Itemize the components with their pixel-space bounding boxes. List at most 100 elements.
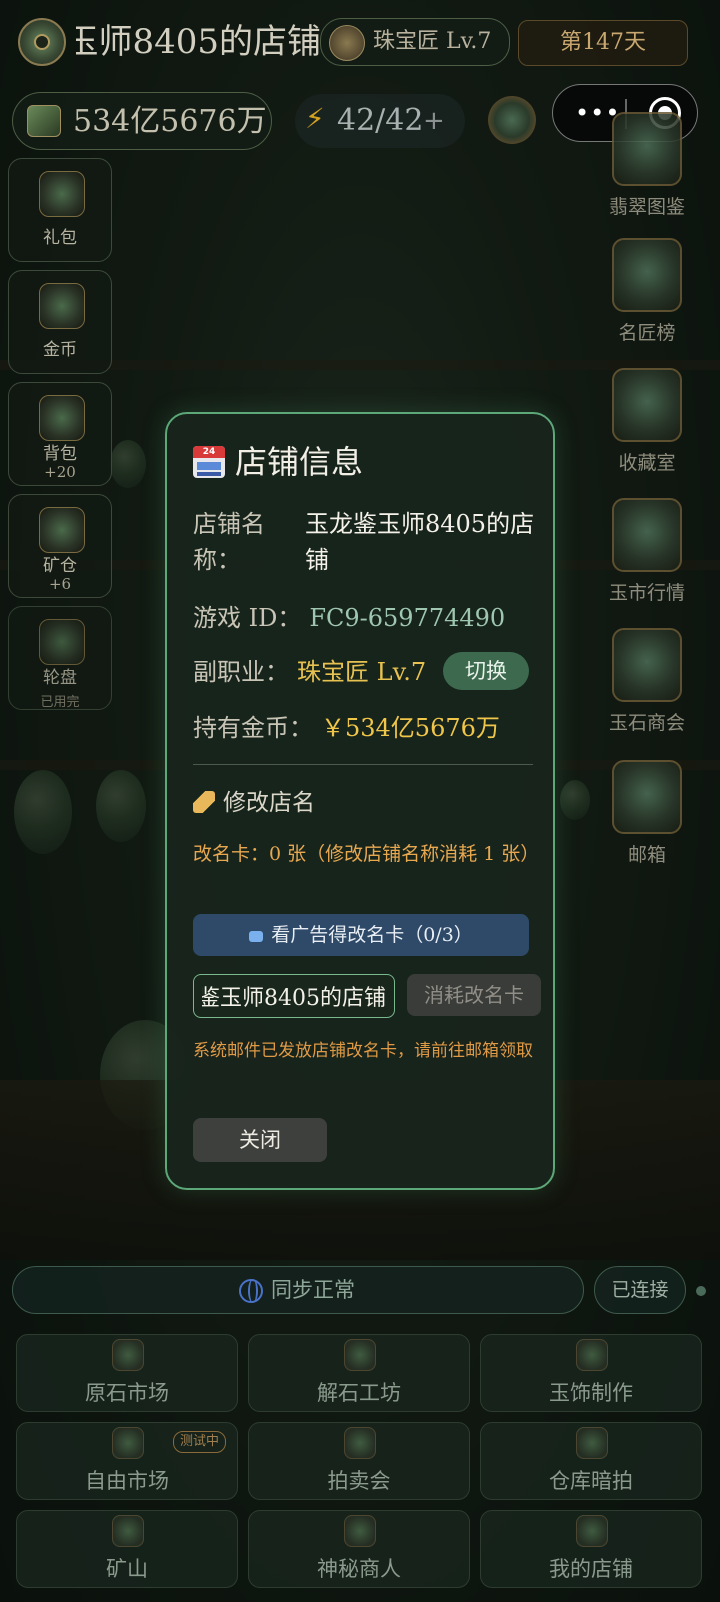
nav-label: 自由市场 bbox=[85, 1469, 169, 1493]
avatar-emblem bbox=[34, 34, 50, 50]
sync-status-bar: 同步正常 bbox=[12, 1266, 584, 1314]
sub-job-label: 副职业： bbox=[193, 658, 289, 686]
feature-label: 收藏室 bbox=[618, 452, 676, 474]
mail-notice: 系统邮件已发放店铺改名卡，请前往邮箱领取 bbox=[193, 1041, 533, 1061]
settings-medallion-icon[interactable] bbox=[488, 96, 536, 144]
nav-label: 仓库暗拍 bbox=[549, 1469, 633, 1493]
jeweler-icon bbox=[329, 25, 365, 61]
top-bar: 玉龙鉴玉师8405的店铺 珠宝匠 Lv.7 第147天 bbox=[0, 0, 720, 84]
feature-label: 名匠榜 bbox=[618, 322, 676, 344]
connection-dot-icon bbox=[696, 1286, 706, 1296]
side-label: 礼包 bbox=[43, 228, 77, 248]
gold-row: 持有金币： ￥534亿5676万 bbox=[193, 710, 500, 746]
switch-job-button[interactable]: 切换 bbox=[443, 652, 529, 690]
game-id-label: 游戏 ID： bbox=[193, 604, 302, 632]
side-label: 背包 bbox=[43, 444, 77, 464]
job-badge[interactable]: 珠宝匠 Lv.7 bbox=[320, 18, 510, 66]
mine-ore-icon bbox=[112, 1515, 144, 1547]
nav-label: 神秘商人 bbox=[317, 1557, 401, 1581]
player-name: 玉龙鉴玉师8405的店铺 bbox=[76, 22, 321, 62]
feature-label: 玉石商会 bbox=[608, 712, 685, 734]
shop-name-input[interactable] bbox=[193, 974, 395, 1018]
side-backpack[interactable]: 背包 +20 bbox=[8, 382, 112, 486]
job-label: 珠宝匠 Lv.7 bbox=[373, 29, 492, 54]
side-gift-pack[interactable]: 礼包 bbox=[8, 158, 112, 262]
side-label: 矿仓 bbox=[43, 556, 77, 576]
watch-ad-button[interactable]: 看广告得改名卡（0/3） bbox=[193, 914, 529, 956]
side-roulette[interactable]: 轮盘 已用完 bbox=[8, 606, 112, 710]
feature-jade-catalog[interactable]: 翡翠图鉴 bbox=[592, 112, 702, 222]
store-icon-number: 24 bbox=[202, 447, 216, 457]
sync-status-text: 同步正常 bbox=[271, 1278, 355, 1302]
game-id-value: FC9-659774490 bbox=[309, 604, 506, 632]
nav-label: 拍卖会 bbox=[327, 1469, 391, 1493]
rename-section-title: 修改店名 bbox=[193, 786, 315, 820]
side-sub: 已用完 bbox=[40, 695, 80, 710]
auction-icon bbox=[344, 1427, 376, 1459]
coin-amount: 534亿5676万 bbox=[73, 104, 267, 139]
nav-mystery-merchant[interactable]: 神秘商人 bbox=[248, 1510, 470, 1588]
watch-ad-label: 看广告得改名卡（0/3） bbox=[271, 924, 473, 946]
nav-rough-stone-market[interactable]: 原石市场 bbox=[16, 1334, 238, 1412]
trophy-icon bbox=[612, 238, 682, 312]
energy-meter[interactable]: ⚡ 42/42 + bbox=[295, 94, 465, 148]
feature-label: 邮箱 bbox=[627, 844, 666, 866]
side-mine-storage[interactable]: 矿仓 +6 bbox=[8, 494, 112, 598]
envelope-icon bbox=[612, 760, 682, 834]
side-label: 金币 bbox=[43, 340, 77, 360]
nav-label: 矿山 bbox=[106, 1557, 148, 1581]
store-window bbox=[197, 462, 221, 470]
dialog-title-text: 店铺信息 bbox=[235, 443, 364, 481]
nav-label: 我的店铺 bbox=[549, 1557, 633, 1581]
shop-info-dialog: 24 店铺信息 店铺名称： 玉龙鉴玉师8405的店铺 游戏 ID： FC9-659… bbox=[165, 412, 555, 1190]
chart-trend-icon bbox=[612, 498, 682, 572]
add-energy-button[interactable]: + bbox=[423, 94, 445, 148]
nav-mine[interactable]: 矿山 bbox=[16, 1510, 238, 1588]
catalog-book-icon bbox=[612, 112, 682, 186]
nav-free-market[interactable]: 测试中 自由市场 bbox=[16, 1422, 238, 1500]
feature-label: 玉市行情 bbox=[608, 582, 685, 604]
nav-label: 玉饰制作 bbox=[549, 1381, 633, 1405]
sub-job-value: 珠宝匠 Lv.7 bbox=[297, 658, 427, 686]
pencil-icon bbox=[193, 791, 215, 813]
side-label: 轮盘 bbox=[43, 668, 77, 688]
coin-stack-icon bbox=[27, 105, 61, 137]
cut-jade-icon bbox=[344, 1339, 376, 1371]
backpack-icon bbox=[39, 395, 85, 441]
nav-jewelry-crafting[interactable]: 玉饰制作 bbox=[480, 1334, 702, 1412]
roulette-icon bbox=[39, 619, 85, 665]
warehouse-box-icon bbox=[576, 1427, 608, 1459]
feature-label: 翡翠图鉴 bbox=[608, 196, 685, 218]
side-sub: +20 bbox=[44, 463, 76, 481]
merchant-icon bbox=[344, 1515, 376, 1547]
player-avatar[interactable] bbox=[18, 18, 66, 66]
bottom-nav: 原石市场 解石工坊 玉饰制作 测试中 自由市场 拍卖会 仓库暗拍 矿山 神秘商人… bbox=[6, 1326, 714, 1602]
consume-rename-card-button[interactable]: 消耗改名卡 bbox=[407, 974, 541, 1016]
shop-name-value: 玉龙鉴玉师8405的店铺 bbox=[305, 510, 535, 574]
globe-icon bbox=[239, 1279, 263, 1303]
nav-stone-cutting-workshop[interactable]: 解石工坊 bbox=[248, 1334, 470, 1412]
rename-title-text: 修改店名 bbox=[223, 790, 315, 816]
feature-market-trend[interactable]: 玉市行情 bbox=[592, 498, 702, 608]
energy-value: 42/42 bbox=[337, 103, 424, 138]
day-counter: 第147天 bbox=[518, 20, 688, 66]
market-stall-icon bbox=[112, 1427, 144, 1459]
nav-warehouse-blind-auction[interactable]: 仓库暗拍 bbox=[480, 1422, 702, 1500]
feature-jade-guild[interactable]: 玉石商会 bbox=[592, 628, 702, 738]
convenience-store-icon: 24 bbox=[193, 446, 225, 478]
connection-status: 已连接 bbox=[594, 1266, 686, 1314]
feature-master-ranking[interactable]: 名匠榜 bbox=[592, 238, 702, 348]
nav-label: 原石市场 bbox=[85, 1381, 169, 1405]
rename-card-count: 改名卡：0 张（修改店铺名称消耗 1 张） bbox=[193, 843, 540, 865]
nav-auction[interactable]: 拍卖会 bbox=[248, 1422, 470, 1500]
lightning-icon: ⚡ bbox=[305, 102, 325, 135]
feature-collection-room[interactable]: 收藏室 bbox=[592, 368, 702, 478]
nav-my-shop[interactable]: 我的店铺 bbox=[480, 1510, 702, 1588]
side-coins[interactable]: 金币 bbox=[8, 270, 112, 374]
tv-icon bbox=[249, 931, 264, 942]
jade-ornament-icon bbox=[576, 1339, 608, 1371]
coin-balance[interactable]: 534亿5676万 bbox=[12, 92, 272, 150]
close-button[interactable]: 关闭 bbox=[193, 1118, 327, 1162]
testing-badge: 测试中 bbox=[173, 1431, 227, 1453]
feature-mailbox[interactable]: 邮箱 bbox=[592, 760, 702, 870]
